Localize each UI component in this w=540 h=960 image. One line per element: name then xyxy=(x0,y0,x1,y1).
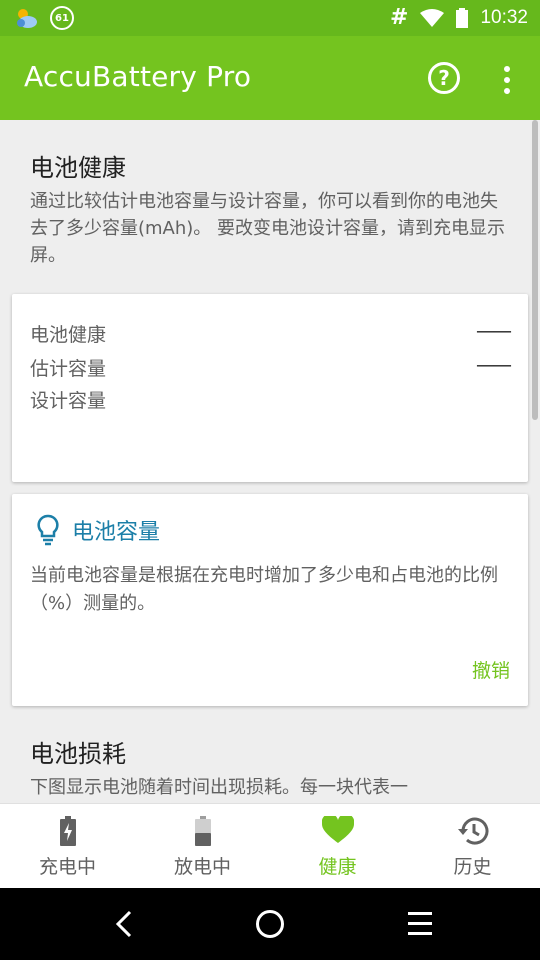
notification-count-badge: 61 xyxy=(50,6,74,30)
tip-title: 电池容量 xyxy=(72,520,161,545)
more-options-icon[interactable] xyxy=(500,66,514,94)
health-row-label: 电池健康 xyxy=(30,324,107,346)
estimated-capacity-value: —— xyxy=(476,354,512,376)
wear-section-description: 下图显示电池随着时间出现损耗。每一块代表一 xyxy=(30,777,408,798)
estimated-capacity-row: 估计容量 —— xyxy=(30,354,512,381)
nav-item-charging[interactable]: 充电中 xyxy=(0,804,135,889)
nav-label-discharging: 放电中 xyxy=(173,856,231,878)
app-title: AccuBattery Pro xyxy=(24,60,252,93)
menu-icon[interactable] xyxy=(408,912,432,942)
lightbulb-icon xyxy=(37,514,59,546)
help-button[interactable]: ? xyxy=(428,62,460,94)
weather-icon xyxy=(17,9,37,28)
clock: 10:32 xyxy=(480,6,528,28)
health-section-title: 电池健康 xyxy=(30,154,126,182)
nav-item-history[interactable]: 历史 xyxy=(405,804,540,889)
nav-label-health: 健康 xyxy=(318,856,357,878)
battery-icon xyxy=(456,7,469,28)
nav-label-charging: 充电中 xyxy=(38,856,96,878)
nav-item-discharging[interactable]: 放电中 xyxy=(135,804,270,889)
history-icon xyxy=(457,817,488,845)
scrollbar[interactable] xyxy=(532,120,538,420)
health-row-value: —— xyxy=(476,320,512,342)
home-icon[interactable] xyxy=(256,910,284,938)
heart-icon xyxy=(321,816,354,843)
nav-label-history: 历史 xyxy=(453,856,492,878)
tip-card: 电池容量 当前电池容量是根据在充电时增加了多少电和占电池的比例（%）测量的。 撤… xyxy=(12,494,528,706)
health-card: 电池健康 —— 估计容量 —— 设计容量 xyxy=(12,294,528,482)
wear-section-title: 电池损耗 xyxy=(30,740,126,768)
estimated-capacity-label: 估计容量 xyxy=(30,358,107,380)
wifi-icon xyxy=(420,8,445,27)
nav-item-health[interactable]: 健康 xyxy=(270,804,405,889)
back-icon[interactable] xyxy=(112,908,140,940)
system-navigation-bar xyxy=(0,888,540,960)
battery-charging-icon xyxy=(59,816,76,846)
app-bar: AccuBattery Pro ? xyxy=(0,36,540,120)
battery-discharging-icon xyxy=(194,816,211,846)
dismiss-button[interactable]: 撤销 xyxy=(472,656,510,683)
status-bar: 61 # 10:32 xyxy=(0,0,540,36)
hash-icon: # xyxy=(390,5,409,30)
design-capacity-row: 设计容量 xyxy=(30,386,510,413)
health-row: 电池健康 —— xyxy=(30,320,512,347)
health-section-description: 通过比较估计电池容量与设计容量，你可以看到你的电池失去了多少容量(mAh)。 要… xyxy=(30,191,506,266)
bottom-navigation: 充电中 放电中 健康 历史 xyxy=(0,803,540,889)
tip-text: 当前电池容量是根据在充电时增加了多少电和占电池的比例（%）测量的。 xyxy=(30,565,498,614)
design-capacity-label: 设计容量 xyxy=(30,390,107,412)
main-content[interactable]: 电池健康 通过比较估计电池容量与设计容量，你可以看到你的电池失去了多少容量(mA… xyxy=(0,120,540,803)
